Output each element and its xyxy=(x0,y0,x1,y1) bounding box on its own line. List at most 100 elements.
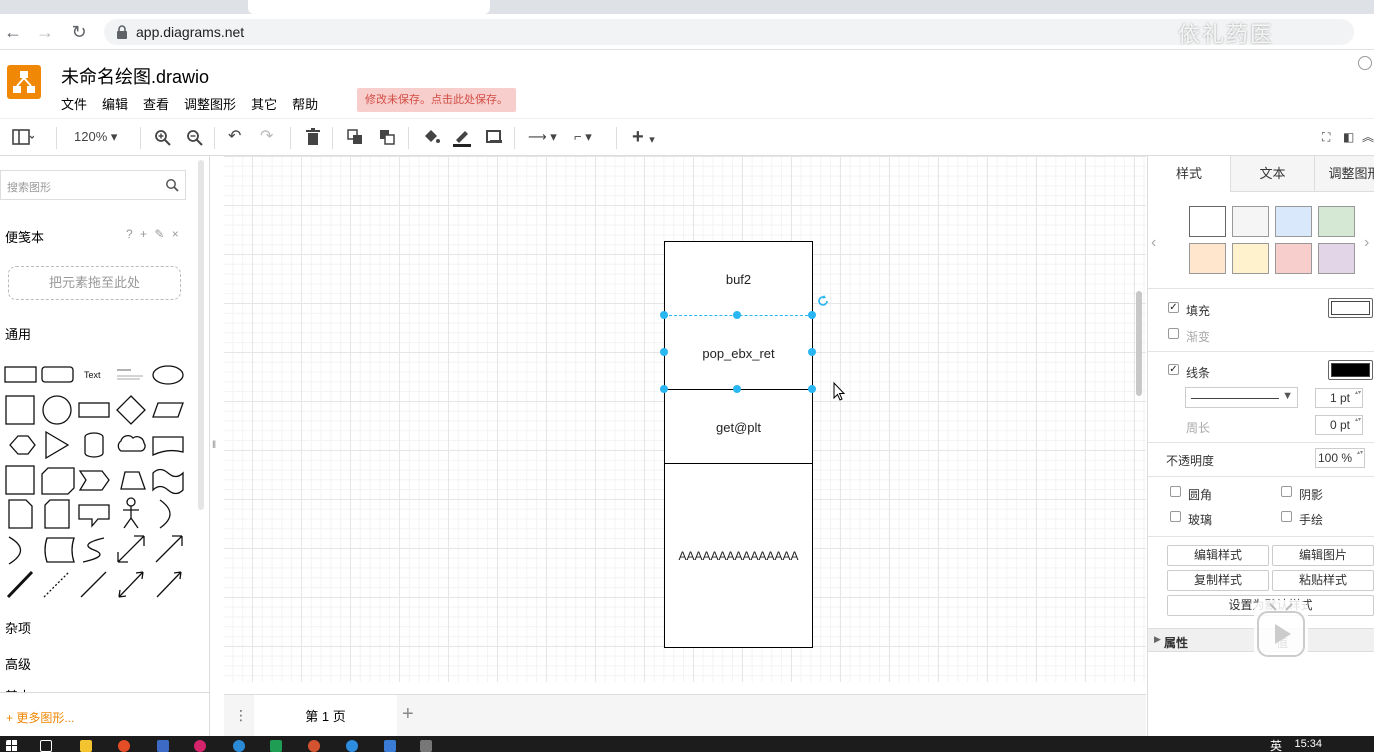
color-swatch-blue[interactable] xyxy=(1275,206,1312,237)
rotate-handle-icon[interactable] xyxy=(816,294,830,308)
menu-arrange[interactable]: 调整图形 xyxy=(184,94,236,113)
line-shape-icon[interactable] xyxy=(80,571,107,598)
diagram-canvas[interactable]: buf2 pop_ebx_ret get@plt AAAAAAAAAAAAAAA xyxy=(224,156,1146,682)
color-swatch-yellow[interactable] xyxy=(1232,243,1269,274)
color-swatch-green[interactable] xyxy=(1318,206,1355,237)
resize-handle-bottom-left[interactable] xyxy=(660,385,668,393)
bidirectional-connector-shape-icon[interactable] xyxy=(118,571,144,598)
back-arrow-icon[interactable]: ← xyxy=(2,21,24,43)
arrow-shape-icon[interactable] xyxy=(155,535,183,563)
diagram-cell-get-plt[interactable]: get@plt xyxy=(664,389,813,464)
scratchpad-drop-zone[interactable]: 把元素拖至此处 xyxy=(8,266,181,300)
misc-section-title[interactable]: 杂项 xyxy=(5,618,31,637)
process-shape-icon[interactable] xyxy=(78,402,110,418)
circle-shape-icon[interactable] xyxy=(42,395,72,425)
hexagon-shape-icon[interactable] xyxy=(9,435,36,455)
note-shape-icon[interactable] xyxy=(8,499,33,529)
browser-tab[interactable] xyxy=(8,0,244,14)
internal-storage-shape-icon[interactable] xyxy=(5,465,35,495)
redo-icon[interactable]: ↷ xyxy=(260,127,273,147)
line-color-icon[interactable] xyxy=(452,127,472,147)
app-icon[interactable] xyxy=(194,740,206,752)
color-swatch-gray[interactable] xyxy=(1232,206,1269,237)
delete-icon[interactable] xyxy=(305,127,321,147)
new-tab-button[interactable] xyxy=(498,0,522,14)
windows-start-icon[interactable] xyxy=(6,740,18,752)
square-shape-icon[interactable] xyxy=(5,395,35,425)
rounded-checkbox[interactable] xyxy=(1170,486,1181,497)
to-front-icon[interactable] xyxy=(346,127,364,147)
more-shapes-button[interactable]: + 更多图形... xyxy=(6,709,74,726)
browser-tab-active[interactable] xyxy=(248,0,490,14)
shape-search-input[interactable]: 搜索图形 xyxy=(0,170,186,200)
view-panel-icon[interactable] xyxy=(12,127,34,147)
cylinder-shape-icon[interactable] xyxy=(84,432,104,458)
resize-handle-top[interactable] xyxy=(733,311,741,319)
tape-shape-icon[interactable] xyxy=(152,468,184,495)
add-page-icon[interactable]: + xyxy=(402,703,414,726)
menu-edit[interactable]: 编辑 xyxy=(102,94,128,113)
cloud-shape-icon[interactable] xyxy=(117,435,146,452)
canvas-vertical-scrollbar[interactable] xyxy=(1136,291,1142,396)
color-swatch-red[interactable] xyxy=(1275,243,1312,274)
perimeter-stepper[interactable]: 0 pt xyxy=(1315,415,1363,435)
diagram-cell-buf2[interactable]: buf2 xyxy=(664,241,813,316)
scratchpad-tools-icon[interactable]: ? + ✎ × xyxy=(126,227,181,241)
language-globe-icon[interactable] xyxy=(1358,56,1372,70)
app-icon[interactable] xyxy=(157,740,169,752)
fullscreen-icon[interactable]: ⛶ xyxy=(1322,127,1330,147)
zoom-in-icon[interactable] xyxy=(154,127,172,147)
app-icon[interactable] xyxy=(233,740,245,752)
resize-handle-right[interactable] xyxy=(808,348,816,356)
scratchpad-title[interactable]: 便笺本 xyxy=(5,227,44,246)
menu-extras[interactable]: 其它 xyxy=(251,94,277,113)
input-language-indicator[interactable]: 英 xyxy=(1270,737,1282,752)
page-tab-1[interactable]: 第 1 页 xyxy=(254,695,397,737)
swatch-prev-chevron-icon[interactable]: ‹ xyxy=(1151,234,1156,252)
line-checkbox[interactable]: ✓ xyxy=(1168,364,1179,375)
fill-color-button[interactable] xyxy=(1328,298,1373,318)
tab-arrange[interactable]: 调整图形 xyxy=(1314,156,1374,192)
copy-style-button[interactable]: 复制样式 xyxy=(1167,570,1269,591)
menu-file[interactable]: 文件 xyxy=(61,94,87,113)
app-icon[interactable] xyxy=(270,740,282,752)
task-view-icon[interactable] xyxy=(40,740,52,752)
trapezoid-shape-icon[interactable] xyxy=(120,471,146,490)
color-swatch-orange[interactable] xyxy=(1189,243,1226,274)
card-shape-icon[interactable] xyxy=(44,499,70,529)
step-shape-icon[interactable] xyxy=(78,470,110,491)
directional-connector-shape-icon[interactable] xyxy=(156,571,182,598)
to-back-icon[interactable] xyxy=(378,127,396,147)
sidebar-collapse-handle[interactable]: ‖ xyxy=(212,440,216,451)
document-title[interactable]: 未命名绘图.drawio xyxy=(61,63,209,89)
zoom-out-icon[interactable] xyxy=(186,127,204,147)
sidebar-scrollbar[interactable] xyxy=(198,160,204,510)
bidirectional-arrow-shape-icon[interactable] xyxy=(117,535,145,563)
color-swatch-white[interactable] xyxy=(1189,206,1226,237)
edit-style-button[interactable]: 编辑样式 xyxy=(1167,545,1269,566)
undo-icon[interactable]: ↶ xyxy=(228,127,241,147)
general-section-title[interactable]: 通用 xyxy=(5,324,31,343)
color-swatch-purple[interactable] xyxy=(1318,243,1355,274)
edit-image-button[interactable]: 编辑图片 xyxy=(1272,545,1374,566)
taskbar-clock[interactable]: 15:34 xyxy=(1294,738,1322,750)
parallelogram-shape-icon[interactable] xyxy=(152,402,184,418)
app-icon[interactable] xyxy=(420,740,432,752)
resize-handle-bottom[interactable] xyxy=(733,385,741,393)
delay-shape-icon[interactable] xyxy=(8,536,22,565)
diagram-cell-padding[interactable]: AAAAAAAAAAAAAAA xyxy=(664,463,813,648)
thick-line-shape-icon[interactable] xyxy=(6,570,34,599)
opacity-stepper[interactable]: 100 % xyxy=(1315,448,1365,468)
triangle-shape-icon[interactable] xyxy=(45,430,70,460)
resize-handle-top-right[interactable] xyxy=(808,311,816,319)
rectangle-shape-icon[interactable] xyxy=(4,366,37,383)
diamond-shape-icon[interactable] xyxy=(116,395,146,425)
reload-icon[interactable]: ↻ xyxy=(68,21,90,43)
chrome-icon[interactable] xyxy=(118,740,130,752)
actor-shape-icon[interactable] xyxy=(123,497,139,529)
shadow-icon[interactable] xyxy=(485,127,503,147)
fill-checkbox[interactable]: ✓ xyxy=(1168,302,1179,313)
glass-checkbox[interactable] xyxy=(1170,511,1181,522)
tab-style[interactable]: 样式 xyxy=(1148,156,1230,192)
line-style-select[interactable]: ▼ xyxy=(1185,387,1298,408)
